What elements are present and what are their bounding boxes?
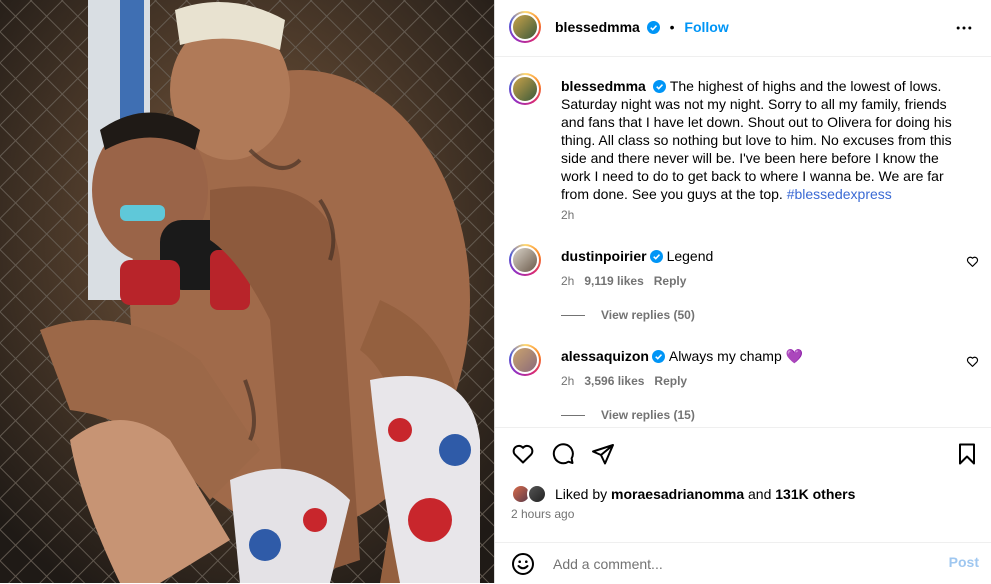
comment-avatar[interactable] (509, 344, 541, 376)
view-replies-label: View replies (50) (601, 308, 695, 322)
post-header: blessedmma • Follow (495, 0, 991, 57)
heart-icon[interactable] (511, 442, 535, 466)
caption-username[interactable]: blessedmma (561, 78, 646, 94)
author-avatar[interactable] (509, 11, 541, 43)
comment-time: 2h (561, 374, 575, 388)
verified-badge-icon (651, 350, 665, 363)
liked-by-user[interactable]: moraesadrianomma (611, 486, 744, 502)
add-comment-input[interactable] (551, 551, 915, 577)
post-comment-button[interactable]: Post (949, 554, 979, 570)
view-replies-line (561, 314, 585, 316)
liked-by-and: and (748, 486, 772, 502)
caption-text: The highest of highs and the lowest of l… (561, 78, 952, 202)
hashtag-link[interactable]: #blessedexpress (787, 186, 892, 202)
comment-meta: 2h 9,119 likes Reply (561, 274, 686, 288)
reply-button[interactable]: Reply (654, 274, 687, 288)
liked-by-prefix: Liked by (555, 486, 608, 502)
caption-avatar[interactable] (509, 73, 541, 105)
comment-username[interactable]: alessaquizon (561, 348, 649, 364)
comment-avatar[interactable] (509, 244, 541, 276)
more-options-icon[interactable] (953, 18, 975, 38)
view-replies-button[interactable]: View replies (15) (561, 408, 695, 422)
post-actions: Liked by moraesadrianomma and 131K other… (495, 427, 991, 584)
caption-time: 2h (561, 208, 575, 222)
liker-avatar[interactable] (527, 484, 547, 504)
bookmark-icon[interactable] (955, 442, 979, 466)
share-icon[interactable] (591, 442, 615, 466)
purple-heart-emoji: 💜 (785, 348, 804, 364)
comment: alessaquizon Always my champ 💜 (561, 347, 803, 365)
separator-dot: • (669, 19, 675, 35)
author-username[interactable]: blessedmma (555, 19, 640, 35)
verified-badge-icon (646, 21, 660, 34)
likes-summary: Liked by moraesadrianomma and 131K other… (511, 484, 855, 504)
verified-badge-icon (649, 250, 663, 263)
verified-badge-icon (652, 80, 666, 93)
follow-button[interactable]: Follow (684, 19, 728, 35)
comment: dustinpoirier Legend (561, 247, 713, 265)
comment-meta: 2h 3,596 likes Reply (561, 374, 687, 388)
comment-text: Always my champ (668, 348, 782, 364)
comment-username[interactable]: dustinpoirier (561, 248, 647, 264)
post-timestamp[interactable]: 2 hours ago (511, 507, 574, 521)
comment-like-heart-icon[interactable] (966, 255, 979, 268)
add-comment-bar: Post (495, 542, 991, 584)
post-image[interactable] (0, 0, 494, 583)
liker-avatars (511, 484, 549, 504)
instagram-post: blessedmma • Follow blessedmma The highes… (0, 0, 991, 583)
post-caption: blessedmma The highest of highs and the l… (561, 77, 966, 203)
post-photo (0, 0, 494, 583)
emoji-icon[interactable] (511, 552, 535, 576)
comment-likes[interactable]: 3,596 likes (584, 374, 644, 388)
comment-time: 2h (561, 274, 575, 288)
comment-likes[interactable]: 9,119 likes (584, 274, 643, 288)
view-replies-button[interactable]: View replies (50) (561, 308, 695, 322)
view-replies-line (561, 414, 585, 416)
author-line: blessedmma • Follow (555, 19, 729, 35)
comment-like-heart-icon[interactable] (966, 355, 979, 368)
comments-area[interactable]: blessedmma The highest of highs and the l… (495, 57, 991, 427)
reply-button[interactable]: Reply (654, 374, 687, 388)
comment-icon[interactable] (551, 442, 575, 466)
comment-text: Legend (666, 248, 714, 264)
likes-count[interactable]: 131K others (775, 486, 855, 502)
view-replies-label: View replies (15) (601, 408, 695, 422)
post-sidebar: blessedmma • Follow blessedmma The highes… (494, 0, 991, 583)
